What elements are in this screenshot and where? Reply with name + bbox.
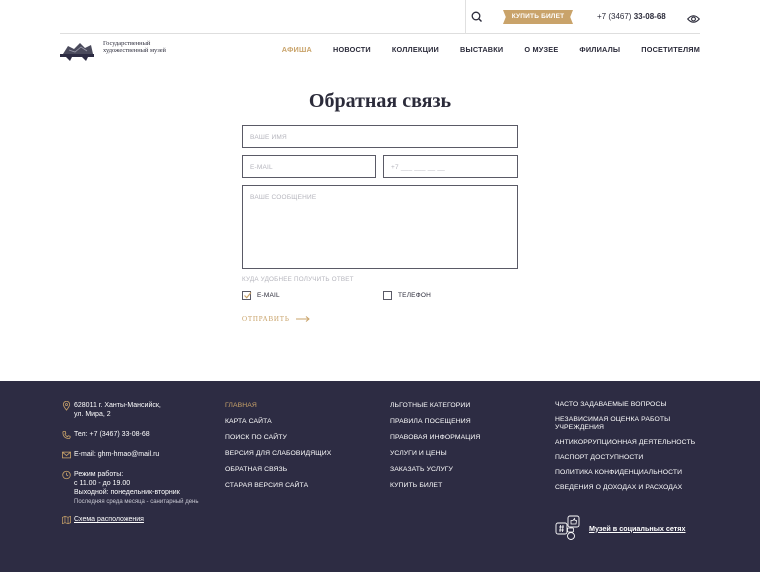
footer-link-home[interactable]: ГЛАВНАЯ [225, 401, 331, 410]
footer-link-buy-ticket[interactable]: КУПИТЬ БИЛЕТ [390, 481, 480, 490]
checkbox-box [242, 291, 252, 300]
divider [465, 0, 466, 34]
map-icon [62, 515, 71, 525]
logo-icon [60, 40, 96, 62]
footer-link-benefits[interactable]: ЛЬГОТНЫЕ КАТЕГОРИИ [390, 401, 480, 410]
nav-item-afisha[interactable]: АФИША [282, 45, 312, 54]
footer-hours: Режим работы: с 11.00 - до 19.00 Выходно… [62, 470, 212, 506]
logo-text: Государственный художественный музей [103, 40, 166, 54]
footer-link-feedback[interactable]: ОБРАТНАЯ СВЯЗЬ [225, 465, 331, 474]
footer-link-sitemap[interactable]: КАРТА САЙТА [225, 417, 331, 426]
footer-link-order[interactable]: ЗАКАЗАТЬ УСЛУГУ [390, 465, 480, 474]
nav-item-branches[interactable]: ФИЛИАЛЫ [579, 45, 620, 54]
social-icon [555, 515, 580, 540]
reply-phone-checkbox[interactable]: ТЕЛЕФОН [383, 291, 431, 300]
footer-link-privacy[interactable]: ПОЛИТИКА КОНФИДЕНЦИАЛЬНОСТИ [555, 469, 705, 477]
arrow-right-icon [295, 316, 310, 322]
nav-item-visitors[interactable]: ПОСЕТИТЕЛЯМ [641, 45, 700, 54]
social-networks-link[interactable]: Музей в социальных сетях [555, 515, 686, 541]
footer-contacts: 628011 г. Ханты-Мансийск, ул. Мира, 2 Те… [62, 401, 212, 535]
checkmark-icon [244, 292, 252, 299]
search-icon[interactable] [470, 10, 484, 24]
footer-link-faq[interactable]: ЧАСТО ЗАДАВАЕМЫЕ ВОПРОСЫ [555, 401, 705, 409]
footer-col-info: ЧАСТО ЗАДАВАЕМЫЕ ВОПРОСЫ НЕЗАВИСИМАЯ ОЦЕ… [555, 401, 705, 499]
footer-link-accessible[interactable]: ВЕРСИЯ ДЛЯ СЛАБОВИДЯЩИХ [225, 449, 331, 458]
footer-col-visitors: ЛЬГОТНЫЕ КАТЕГОРИИ ПРАВИЛА ПОСЕЩЕНИЯ ПРА… [390, 401, 480, 497]
nav-item-collections[interactable]: КОЛЛЕКЦИИ [392, 45, 439, 54]
page-title: Обратная связь [308, 90, 452, 112]
footer-link-old-site[interactable]: СТАРАЯ ВЕРСИЯ САЙТА [225, 481, 331, 490]
name-field[interactable]: ВАШЕ ИМЯ [242, 125, 518, 148]
reply-email-checkbox[interactable]: E-MAIL [242, 291, 280, 300]
reply-phone-label: ТЕЛЕФОН [398, 292, 431, 299]
footer-link-income[interactable]: СВЕДЕНИЯ О ДОХОДАХ И РАСХОДАХ [555, 484, 705, 492]
header-phone[interactable]: +7 (3467) 33-08-68 [597, 12, 666, 21]
email-text: E-mail: ghm-hmao@mail.ru [74, 451, 160, 458]
hours-title: Режим работы: [74, 471, 124, 478]
submit-label: ОТПРАВИТЬ [242, 315, 290, 323]
phone-number: 33-08-68 [633, 12, 666, 21]
footer-link-legal[interactable]: ПРАВОВАЯ ИНФОРМАЦИЯ [390, 433, 480, 442]
location-icon [62, 401, 71, 411]
social-label: Музей в социальных сетях [589, 523, 686, 533]
hours-value: с 11.00 - до 19.00 [74, 480, 131, 487]
mail-icon [62, 451, 71, 459]
footer-col-main: ГЛАВНАЯ КАРТА САЙТА ПОИСК ПО САЙТУ ВЕРСИ… [225, 401, 331, 497]
footer-scheme[interactable]: Схема расположения [62, 515, 212, 525]
reply-email-label: E-MAIL [257, 292, 280, 299]
phone-field[interactable]: +7 ___ ___ __ __ [383, 155, 518, 178]
footer-link-services[interactable]: УСЛУГИ И ЦЕНЫ [390, 449, 480, 458]
main-nav: АФИША НОВОСТИ КОЛЛЕКЦИИ ВЫСТАВКИ О МУЗЕЕ… [261, 45, 700, 54]
address-line2: ул. Мира, 2 [74, 411, 111, 418]
footer-link-accessibility-passport[interactable]: ПАСПОРТ ДОСТУПНОСТИ [555, 454, 705, 462]
phone-text: Тел: +7 (3467) 33-08-68 [74, 431, 150, 438]
footer: 628011 г. Ханты-Мансийск, ул. Мира, 2 Те… [0, 381, 760, 572]
phone-prefix: +7 (3467) [597, 12, 632, 21]
email-field[interactable]: E-MAIL [242, 155, 376, 178]
address-line1: 628011 г. Ханты-Мансийск, [74, 402, 161, 409]
nav-item-about[interactable]: О МУЗЕЕ [524, 45, 558, 54]
phone-icon [62, 430, 71, 440]
day-off: Выходной: понедельник-вторник [74, 489, 180, 496]
footer-email[interactable]: E-mail: ghm-hmao@mail.ru [62, 450, 212, 459]
footer-address: 628011 г. Ханты-Мансийск, ул. Мира, 2 [62, 401, 212, 419]
footer-link-rules[interactable]: ПРАВИЛА ПОСЕЩЕНИЯ [390, 417, 480, 426]
footer-link-evaluation[interactable]: НЕЗАВИСИМАЯ ОЦЕНКА РАБОТЫ УЧРЕЖДЕНИЯ [555, 416, 705, 432]
clock-icon [62, 470, 71, 480]
footer-link-search[interactable]: ПОИСК ПО САЙТУ [225, 433, 331, 442]
nav-item-news[interactable]: НОВОСТИ [333, 45, 371, 54]
logo[interactable]: Государственный художественный музей [60, 40, 166, 64]
submit-button[interactable]: ОТПРАВИТЬ [242, 315, 310, 323]
checkbox-box [383, 291, 392, 300]
reply-method-label: КУДА УДОБНЕЕ ПОЛУЧИТЬ ОТВЕТ [242, 276, 354, 283]
buy-ticket-button[interactable]: КУПИТЬ БИЛЕТ [503, 10, 573, 24]
sanitary-day: Последняя среда месяца - санитарный день [74, 499, 199, 505]
footer-link-anticorruption[interactable]: АНТИКОРРУПЦИОННАЯ ДЕЯТЕЛЬНОСТЬ [555, 439, 705, 447]
nav-item-exhibitions[interactable]: ВЫСТАВКИ [460, 45, 503, 54]
eye-icon[interactable] [686, 11, 701, 23]
footer-phone[interactable]: Тел: +7 (3467) 33-08-68 [62, 430, 212, 440]
scheme-link: Схема расположения [74, 516, 144, 523]
message-field[interactable]: ВАШЕ СООБЩЕНИЕ [242, 185, 518, 269]
